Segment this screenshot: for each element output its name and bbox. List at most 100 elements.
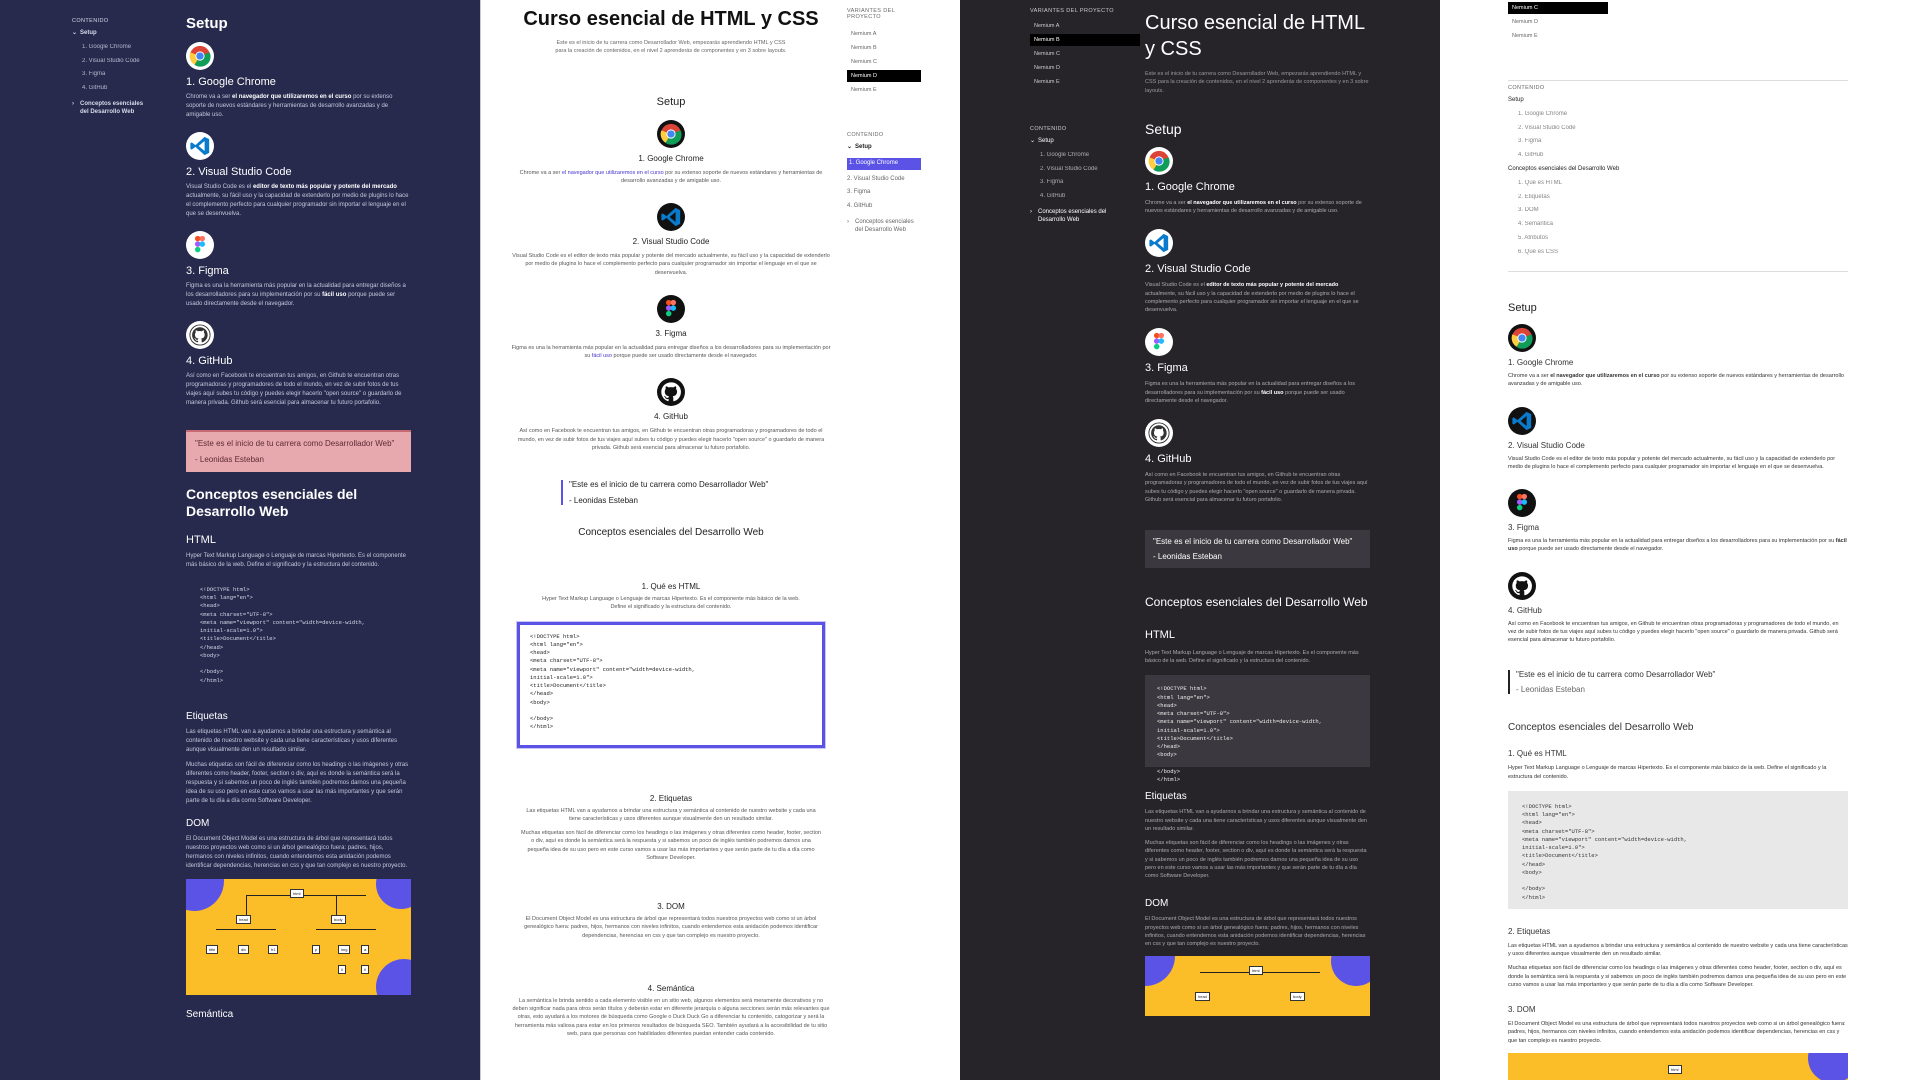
tool-desc-figma: Figma es una la herramienta más popular … [511,344,831,359]
quote-text: "Este es el inicio de tu carrera como De… [195,439,395,448]
html-desc: Hyper Text Markup Language o Lenguaje de… [1145,649,1359,665]
quote-text: "Este es el inicio de tu carrera como De… [1153,537,1353,546]
toc-item-chrome-active[interactable]: 1. Google Chrome [847,157,921,170]
dom-node-head: head [1195,992,1210,1002]
setup-title: Setup [186,15,228,32]
dom-node-html: html [1249,966,1263,976]
course-intro: Este es el inicio de tu carrera como Des… [1145,71,1369,94]
variant-item[interactable]: Nemium A [1030,20,1140,32]
tool-title-figma: 3. Figma [1145,362,1188,375]
course-intro: Este es el inicio de tu carrera como Des… [555,40,787,55]
toc-item-github[interactable]: 4. GitHub [1508,152,1848,160]
variant-item[interactable]: Nemium C [847,56,921,68]
toc-item-vscode[interactable]: 2. Visual Studio Code [847,176,921,184]
tool-desc-vscode: Visual Studio Code es el editor de texto… [512,253,830,276]
toc-item-github[interactable]: 4. GitHub [1030,193,1140,201]
semantics-title: 4. Semántica [647,983,695,993]
figma-icon [186,231,214,259]
dom-node-a: a [361,944,370,954]
variant-item[interactable]: Nemium C [1030,48,1140,60]
dom-tree-image: html head body [1145,956,1370,1017]
quote-text: "Este es el inicio de tu carrera como De… [569,480,769,489]
variant-item-selected[interactable]: Nemium C [1508,2,1608,14]
variant-item[interactable]: Nemium E [1030,76,1140,88]
tool-desc-vscode: Visual Studio Code es el editor de texto… [186,184,409,217]
toc-concepts[interactable]: › Conceptos esenciales del Desarrollo Web [1030,209,1140,225]
dom-node-title: title [206,944,219,954]
html-code-block: <!DOCTYPE html> <html lang="en"> <head> … [1145,675,1370,783]
toc-item-semantics[interactable]: 4. Semántica [1508,221,1848,229]
toc-heading: CONTENIDO [1030,126,1067,132]
figma-icon [1508,489,1536,517]
toc-item-github[interactable]: 4. GitHub [72,85,162,93]
variant-item[interactable]: Nemium D [1508,16,1608,28]
tool-title-figma: 3. Figma [1508,523,1540,532]
variant-item-selected[interactable]: Nemium B [1030,34,1140,46]
chrome-icon [1145,146,1173,175]
variant-item[interactable]: Nemium D [1030,62,1140,74]
toc-setup[interactable]: ⌄ Setup [72,30,162,38]
tool-title-figma: 3. Figma [186,265,229,277]
tool-title-github: 4. GitHub [186,355,233,367]
dom-node-li: li [338,964,346,974]
html-desc: Hyper Text Markup Language o Lenguaje de… [1508,765,1827,780]
toc-item-vscode[interactable]: 2. Visual Studio Code [1508,125,1848,133]
html-desc: Hyper Text Markup Language o Lenguaje de… [542,596,800,611]
dom-title: DOM [186,817,210,829]
toc-heading: CONTENIDO [847,132,884,138]
toc-item-figma[interactable]: 3. Figma [1508,138,1848,146]
toc-item-vscode[interactable]: 2. Visual Studio Code [1030,166,1140,174]
vscode-icon [657,203,685,231]
variant-item[interactable]: Nemium B [847,42,921,54]
toc-item-chrome[interactable]: 1. Google Chrome [1030,152,1140,160]
toc-item-figma[interactable]: 3. Figma [1030,179,1140,187]
tool-desc-chrome: Chrome va a ser el navegador que utiliza… [519,169,823,184]
chrome-icon [1508,324,1536,352]
tags-title: Etiquetas [1145,791,1187,803]
dom-tree-image: html [1508,1052,1848,1080]
tool-title-chrome: 1. Google Chrome [186,76,276,88]
toc-item-chrome[interactable]: 1. Google Chrome [72,44,162,52]
toc-item-figma[interactable]: 3. Figma [72,71,162,79]
vscode-icon [1145,229,1173,258]
variant-item-selected[interactable]: Nemium D [847,70,921,82]
github-icon [1508,571,1536,600]
variant-panel-light: Nemium C Nemium D Nemium E CONTENIDO Set… [1440,0,1920,1080]
toc-concepts[interactable]: › Conceptos esenciales del Desarrollo Web [72,101,162,117]
toc-item-figma[interactable]: 3. Figma [847,189,921,197]
tags-desc-1: Las etiquetas HTML van a ayudarnos a bri… [526,807,816,822]
main-content: Curso esencial de HTML y CSS Este es el … [511,8,831,1038]
main-content: Setup 1. Google Chrome Chrome va a ser e… [1508,302,1848,1080]
tags-desc-2: Muchas etiquetas son fácil de diferencia… [1508,965,1847,988]
variant-item[interactable]: Nemium E [1508,30,1608,42]
quote-author: - Leonidas Esteban [569,496,638,505]
toc-item-dom[interactable]: 3. DOM [1508,207,1848,215]
toc-item-html[interactable]: 1. Qué es HTML [1508,180,1848,188]
dom-node-html: html [1668,1064,1682,1074]
variant-item[interactable]: Nemium A [847,28,921,40]
tool-desc-github: Así como en Facebook te encuentran tus a… [1508,620,1839,644]
html-code-block: <!DOCTYPE html> <html lang="en"> <head> … [1508,790,1848,909]
toc-concepts[interactable]: › Conceptos esenciales del Desarrollo Web [847,219,921,235]
variants-menu: Nemium C Nemium D Nemium E [1508,2,1608,44]
variant-panel-white: Curso esencial de HTML y CSS Este es el … [480,0,960,1080]
toc-setup[interactable]: Setup [1508,97,1848,105]
dom-node-head: head [236,914,251,924]
toc-item-vscode[interactable]: 2. Visual Studio Code [72,58,162,66]
toc-item-chrome[interactable]: 1. Google Chrome [1508,111,1848,119]
toc-heading: CONTENIDO [72,18,109,24]
tool-desc-figma: Figma es una la herramienta más popular … [1145,381,1356,404]
toc-item-github[interactable]: 4. GitHub [847,203,921,211]
toc-concepts[interactable]: Conceptos esenciales del Desarrollo Web [1508,166,1848,174]
variant-panel-charcoal: VARIANTES DEL PROYECTO Nemium A Nemium B… [960,0,1440,1080]
toc-item-attributes[interactable]: 5. Atributos [1508,235,1848,243]
tool-desc-github: Así como en Facebook te encuentran tus a… [186,373,402,406]
toc-item-css[interactable]: 6. Qué es CSS [1508,249,1848,257]
toc-setup[interactable]: ⌄ Setup [847,144,921,152]
toc-item-tags[interactable]: 2. Etiquetas [1508,194,1848,202]
dom-title: 3. DOM [1508,1005,1536,1014]
dom-desc: El Document Object Model es una estructu… [524,916,818,939]
tags-desc-1: Las etiquetas HTML van a ayudarnos a bri… [186,728,398,753]
toc-setup[interactable]: ⌄ Setup [1030,138,1140,146]
variant-item[interactable]: Nemium E [847,84,921,96]
